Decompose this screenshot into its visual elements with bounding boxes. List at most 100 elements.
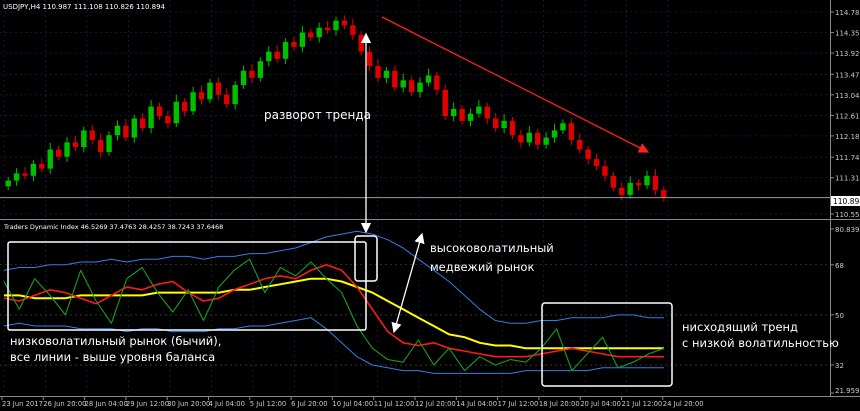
time-tick-label: 21 Jul 12:00 <box>622 400 663 408</box>
candle-body <box>560 123 566 131</box>
time-tick-label: 30 Jun 20:00 <box>167 400 210 408</box>
candle-body <box>89 130 95 140</box>
time-tick-label: 18 Jul 20:00 <box>539 400 580 408</box>
candle-body <box>459 108 465 121</box>
candle-body <box>467 113 474 121</box>
candle-body <box>39 163 45 169</box>
time-tick-label: 10 Jul 04:00 <box>332 400 373 408</box>
low-vol-label-1: низковолатильный рынок (бычий), <box>10 334 221 348</box>
candle-body <box>644 175 650 186</box>
candle-body <box>316 27 322 38</box>
candle-body <box>661 190 667 198</box>
candle-body <box>249 70 255 78</box>
indicator-panel <box>0 220 830 396</box>
down-trend-label-2: с низкой волатильностью <box>682 336 839 350</box>
current-price-label: 110.894 <box>833 197 860 206</box>
candle-body <box>173 101 179 124</box>
candle-body <box>593 159 600 167</box>
symbol-header: USDJPY,H4 110.987 111.108 110.826 110.89… <box>3 3 166 11</box>
time-tick-label: 5 Jul 12:00 <box>250 400 286 408</box>
candle-body <box>543 137 549 145</box>
candle-body <box>375 65 381 78</box>
candle-body <box>139 118 146 129</box>
candle-body <box>72 142 79 148</box>
candle-body <box>442 89 448 117</box>
price-tick-label: 111.310 <box>835 175 860 183</box>
price-tick-label: 111.740 <box>835 154 860 162</box>
high-vol-label-1: высоковолатильный <box>430 241 554 255</box>
candle-body <box>64 142 70 157</box>
candle-body <box>408 80 415 93</box>
price-tick-label: 110.550 <box>835 211 860 219</box>
candle-body <box>366 51 373 66</box>
candle-body <box>131 118 137 138</box>
candle-body <box>207 82 213 100</box>
candle-body <box>5 180 11 187</box>
time-tick-label: 17 Jul 12:00 <box>498 400 539 408</box>
candle-body <box>190 92 196 112</box>
candle-body <box>114 125 121 136</box>
candle-body <box>627 182 633 195</box>
candle-body <box>619 187 625 195</box>
candle-body <box>299 32 306 47</box>
time-tick-label: 26 Jun 20:00 <box>43 400 86 408</box>
low-vol-label-2: все линии - выше уровня баланса <box>10 350 215 364</box>
time-tick-label: 20 Jul 04:00 <box>580 400 621 408</box>
candle-body <box>358 34 364 52</box>
time-tick-label: 6 Jul 20:00 <box>291 400 327 408</box>
candle-body <box>501 120 507 129</box>
price-tick-label: 113.920 <box>835 50 860 58</box>
candle-body <box>123 125 129 138</box>
candle-body <box>257 61 264 78</box>
price-tick-label: 114.780 <box>835 9 860 17</box>
candle-body <box>484 106 490 119</box>
candle-body <box>81 130 87 148</box>
candle-body <box>13 173 20 181</box>
indicator-tick-label: 50 <box>835 312 844 320</box>
high-vol-label-2: медвежий рынок <box>430 260 534 274</box>
time-tick-label: 11 Jul 12:00 <box>374 400 415 408</box>
candle-body <box>22 173 28 176</box>
indicator-tick-label: 68 <box>835 262 844 270</box>
candle-body <box>635 182 642 186</box>
indicator-tick-label: 80.839 <box>835 226 860 234</box>
candle-body <box>526 132 533 143</box>
candle-body <box>106 135 112 152</box>
price-tick-label: 113.475 <box>835 71 860 79</box>
candle-body <box>417 82 423 93</box>
candle-body <box>47 149 53 169</box>
time-tick-label: 28 Jun 04:00 <box>85 400 128 408</box>
indicator-tick-label: 21.9596 <box>835 387 860 395</box>
time-tick-label: 12 Jul 20:00 <box>415 400 456 408</box>
candle-body <box>324 27 331 31</box>
price-tick-label: 113.045 <box>835 92 860 100</box>
candle-body <box>568 123 575 140</box>
candle-body <box>182 101 188 112</box>
candle-body <box>148 106 154 129</box>
candle-body <box>240 70 247 86</box>
time-tick-label: 4 Jul 04:00 <box>209 400 245 408</box>
candle-body <box>282 42 289 59</box>
candle-body <box>509 120 516 136</box>
time-tick-label: 29 Jun 12:00 <box>126 400 169 408</box>
candle-body <box>577 139 583 150</box>
trading-chart: 114.780 114.350 113.920 113.475 113.045 112.6… <box>0 0 860 411</box>
candle-body <box>551 130 558 138</box>
candle-body <box>493 118 499 129</box>
indicator-tick-label: 32 <box>835 362 844 370</box>
candle-body <box>610 175 617 188</box>
candle-body <box>392 70 398 88</box>
candle-body <box>224 94 230 105</box>
candle-body <box>97 139 104 152</box>
candle-body <box>165 116 171 124</box>
price-tick-label: 112.185 <box>835 133 860 141</box>
price-tick-label: 112.615 <box>835 112 860 120</box>
down-trend-label-1: нисходящий тренд <box>682 320 798 334</box>
candle-body <box>55 149 62 157</box>
candle-body <box>476 106 482 114</box>
candle-body <box>585 149 591 160</box>
time-tick-label: 23 Jun 2017 <box>2 400 43 408</box>
candle-body <box>652 175 659 191</box>
candle-body <box>156 106 163 117</box>
candle-body <box>274 51 280 59</box>
